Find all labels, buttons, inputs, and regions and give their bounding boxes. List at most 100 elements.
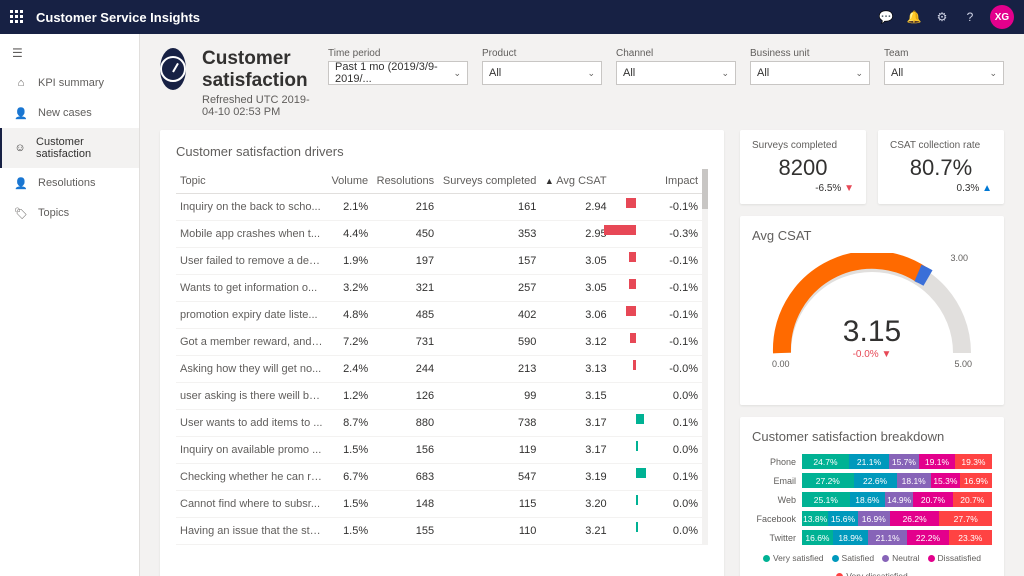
avg-csat-title: Avg CSAT <box>752 228 992 243</box>
col-impact[interactable] <box>611 169 661 194</box>
table-row[interactable]: User failed to remove a deb...1.9%197157… <box>176 248 702 275</box>
filter-product-select[interactable]: All⌄ <box>482 61 602 85</box>
breakdown-segment[interactable]: 19.1% <box>919 454 955 469</box>
table-row[interactable]: Inquiry on the back to scho...2.1%216161… <box>176 194 702 221</box>
table-row[interactable]: Wants to get information o...3.2%3212573… <box>176 275 702 302</box>
filter-bu-label: Business unit <box>750 48 870 59</box>
breakdown-segment[interactable]: 25.1% <box>802 492 850 507</box>
avatar[interactable]: XG <box>990 5 1014 29</box>
chevron-down-icon: ⌄ <box>989 68 997 79</box>
table-row[interactable]: user asking is there weill be...1.2%1269… <box>176 383 702 410</box>
breakdown-segment[interactable]: 13.8% <box>802 511 828 526</box>
breakdown-row-label: Web <box>752 495 802 505</box>
filter-time-select[interactable]: Past 1 mo (2019/3/9-2019/...⌄ <box>328 61 468 85</box>
breakdown-segment[interactable]: 15.6% <box>828 511 858 526</box>
breakdown-segment[interactable]: 16.6% <box>802 530 833 545</box>
col-surveys[interactable]: Surveys completed <box>438 169 540 194</box>
kpi-surveys: Surveys completed 8200 -6.5% ▼ <box>740 130 866 204</box>
table-scrollbar[interactable] <box>702 169 708 545</box>
table-row[interactable]: Mobile app crashes when t...4.4%4503532.… <box>176 221 702 248</box>
legend-item[interactable]: Neutral <box>882 553 919 563</box>
filter-channel-label: Channel <box>616 48 736 59</box>
breakdown-segment[interactable]: 16.9% <box>960 473 992 488</box>
table-row[interactable]: User wants to add items to ...8.7%880738… <box>176 410 702 437</box>
filter-team-select[interactable]: All⌄ <box>884 61 1004 85</box>
legend-item[interactable]: Very dissatisfied <box>836 571 907 576</box>
gear-icon[interactable]: ⚙ <box>928 3 956 31</box>
breakdown-row-label: Email <box>752 476 802 486</box>
sidebar: ☰ ⌂KPI summary👤New cases☺Customer satisf… <box>0 34 140 576</box>
kpi-surveys-value: 8200 <box>752 155 854 181</box>
breakdown-row: Facebook13.8%15.6%16.9%26.2%27.7% <box>752 511 992 526</box>
sidebar-item-label: Topics <box>38 207 69 219</box>
table-row[interactable]: Having an issue that the sto...1.5%15511… <box>176 518 702 545</box>
table-row[interactable]: Checking whether he can re...6.7%6835473… <box>176 464 702 491</box>
legend-dot <box>928 555 935 562</box>
breakdown-segment[interactable]: 18.9% <box>833 530 868 545</box>
table-row[interactable]: promotion expiry date liste...4.8%485402… <box>176 302 702 329</box>
breakdown-segment[interactable]: 23.3% <box>949 530 992 545</box>
sidebar-item-new-cases[interactable]: 👤New cases <box>0 98 139 128</box>
breakdown-segment[interactable]: 21.1% <box>868 530 907 545</box>
breakdown-segment[interactable]: 26.2% <box>890 511 940 526</box>
kpi-surveys-label: Surveys completed <box>752 140 854 151</box>
breakdown-segment[interactable]: 27.7% <box>939 511 992 526</box>
chevron-down-icon: ⌄ <box>855 68 863 79</box>
col-topic[interactable]: Topic <box>176 169 327 194</box>
sidebar-item-kpi-summary[interactable]: ⌂KPI summary <box>0 68 139 98</box>
col-impact-val[interactable]: Impact <box>661 169 702 194</box>
person-icon: 👤 <box>14 106 28 120</box>
legend-item[interactable]: Dissatisfied <box>928 553 981 563</box>
drivers-card: Customer satisfaction drivers Topic Volu… <box>160 130 724 576</box>
breakdown-segment[interactable]: 22.2% <box>907 530 948 545</box>
help-icon[interactable]: ? <box>956 3 984 31</box>
refreshed-timestamp: Refreshed UTC 2019-04-10 02:53 PM <box>202 94 312 118</box>
legend-item[interactable]: Very satisfied <box>763 553 824 563</box>
gauge-max: 5.00 <box>954 359 972 369</box>
tag-icon: 🏷 <box>14 206 28 220</box>
sidebar-item-label: KPI summary <box>38 77 104 89</box>
gauge-score: 3.15 <box>843 315 901 349</box>
page-title: Customer satisfaction <box>202 48 312 92</box>
breakdown-segment[interactable]: 15.7% <box>889 454 919 469</box>
bell-icon[interactable]: 🔔 <box>900 3 928 31</box>
breakdown-segment[interactable]: 18.1% <box>897 473 931 488</box>
sidebar-item-customer-satisfaction[interactable]: ☺Customer satisfaction <box>0 128 139 168</box>
breakdown-segment[interactable]: 20.7% <box>913 492 952 507</box>
breakdown-segment[interactable]: 27.2% <box>802 473 854 488</box>
breakdown-segment[interactable]: 22.6% <box>854 473 897 488</box>
breakdown-segment[interactable]: 20.7% <box>953 492 992 507</box>
app-launcher-icon[interactable] <box>10 10 24 24</box>
sidebar-item-resolutions[interactable]: 👤Resolutions <box>0 168 139 198</box>
breakdown-segment[interactable]: 24.7% <box>802 454 849 469</box>
breakdown-segment[interactable]: 14.9% <box>885 492 913 507</box>
filter-channel-select[interactable]: All⌄ <box>616 61 736 85</box>
chevron-down-icon: ⌄ <box>453 68 461 79</box>
legend-item[interactable]: Satisfied <box>832 553 875 563</box>
table-row[interactable]: Cannot find where to subsr...1.5%1481153… <box>176 491 702 518</box>
col-resolutions[interactable]: Resolutions <box>372 169 438 194</box>
col-volume[interactable]: Volume <box>327 169 372 194</box>
gauge-min: 0.00 <box>772 359 790 369</box>
chat-icon[interactable]: 💬 <box>872 3 900 31</box>
chevron-down-icon: ⌄ <box>587 68 595 79</box>
kpi-rate-delta: 0.3% ▲ <box>890 183 992 194</box>
breakdown-segment[interactable]: 16.9% <box>858 511 890 526</box>
hamburger-icon[interactable]: ☰ <box>0 38 139 68</box>
chevron-down-icon: ⌄ <box>721 68 729 79</box>
col-csat[interactable]: ▲ Avg CSAT <box>540 169 610 194</box>
breakdown-title: Customer satisfaction breakdown <box>752 429 992 444</box>
topbar: Customer Service Insights 💬 🔔 ⚙ ? XG <box>0 0 1024 34</box>
gauge-delta: -0.0% ▼ <box>843 349 901 360</box>
kpi-surveys-delta: -6.5% ▼ <box>752 183 854 194</box>
filter-team-label: Team <box>884 48 1004 59</box>
breakdown-segment[interactable]: 15.3% <box>931 473 960 488</box>
table-row[interactable]: Got a member reward, and ...7.2%7315903.… <box>176 329 702 356</box>
sidebar-item-topics[interactable]: 🏷 Topics <box>0 198 139 228</box>
table-row[interactable]: Inquiry on available promo ...1.5%156119… <box>176 437 702 464</box>
breakdown-segment[interactable]: 18.6% <box>850 492 885 507</box>
table-row[interactable]: Asking how they will get no...2.4%244213… <box>176 356 702 383</box>
breakdown-segment[interactable]: 19.3% <box>955 454 992 469</box>
breakdown-segment[interactable]: 21.1% <box>849 454 889 469</box>
filter-bu-select[interactable]: All⌄ <box>750 61 870 85</box>
